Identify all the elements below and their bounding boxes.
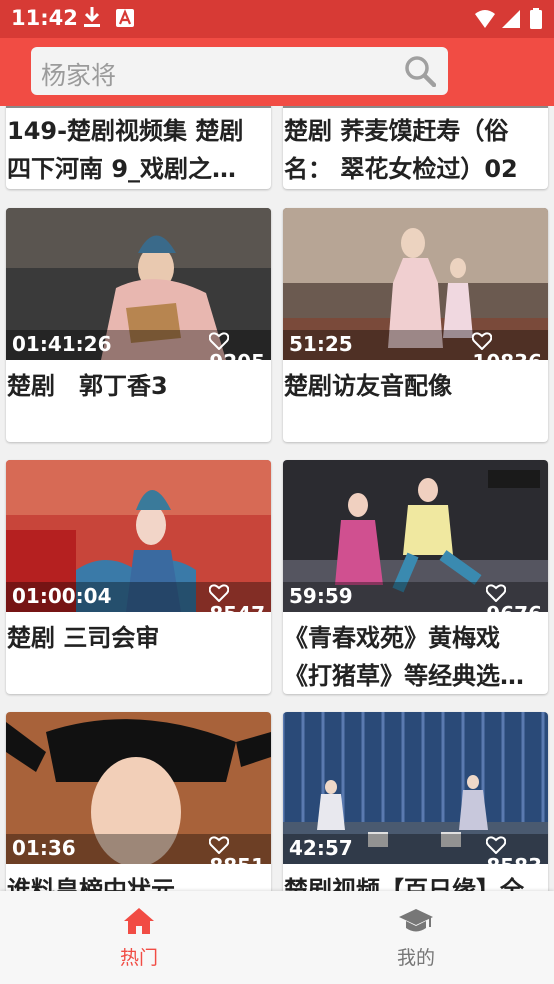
video-like-count: 8851 (209, 854, 265, 864)
nav-tab-mine[interactable]: 我的 (346, 907, 486, 970)
video-likes: 9205 (209, 332, 265, 360)
video-like-count: 9205 (209, 350, 265, 360)
heart-icon (486, 584, 507, 602)
video-duration: 59:59 (289, 584, 353, 608)
video-card[interactable]: 59:59 9676 《青春戏苑》黄梅戏 《打猪草》等经典选… (283, 460, 548, 694)
search-input[interactable]: 杨家将 (41, 56, 116, 92)
video-duration: 01:41:26 (12, 332, 112, 356)
home-icon (124, 908, 154, 934)
video-card[interactable]: 楚剧 荞麦馍赶寿（俗 名： 翠花女检过）02 (283, 106, 548, 189)
video-title-line1: 楚剧 郭丁香3 (7, 372, 168, 400)
video-title-line1: 《青春戏苑》黄梅戏 (284, 624, 500, 652)
video-likes: 9676 (486, 584, 542, 612)
video-thumbnail: 01:00:04 8547 (6, 460, 271, 612)
status-time: 11:42 (11, 6, 78, 30)
video-likes: 8851 (209, 836, 265, 864)
heart-icon (209, 332, 230, 350)
video-title-line1: 149-楚剧视频集 楚剧 (7, 117, 244, 145)
video-card[interactable]: 01:41:26 9205 楚剧 郭丁香3 (6, 208, 271, 442)
video-duration: 51:25 (289, 332, 353, 356)
graduation-cap-icon (399, 909, 433, 932)
video-title-line2: 《打猪草》等经典选… (284, 662, 524, 690)
video-card[interactable]: 01:36 8851 谁料皇榜中状元 (6, 712, 271, 891)
video-like-count: 8547 (209, 602, 265, 612)
video-title-line2: 四下河南 9_戏剧之… (7, 155, 237, 183)
video-info-overlay: 01:41:26 9205 (6, 330, 271, 360)
status-bar: 11:42 (0, 0, 554, 38)
video-card[interactable]: 42:57 8583 楚剧视频【百日缘】全 (283, 712, 548, 891)
video-title-line1: 谁料皇榜中状元 (7, 876, 175, 891)
video-info-overlay: 42:57 8583 (283, 834, 548, 864)
top-app-bar: 杨家将 (0, 38, 554, 106)
heart-icon (209, 584, 230, 602)
nav-tab-hot[interactable]: 热门 (69, 907, 209, 970)
search-icon[interactable] (404, 55, 437, 91)
video-thumbnail: 59:59 9676 (283, 460, 548, 612)
signal-icon (502, 10, 520, 28)
heart-icon (486, 836, 507, 854)
status-right-icons (474, 8, 544, 34)
video-card[interactable]: 149-楚剧视频集 楚剧 四下河南 9_戏剧之… (6, 106, 271, 189)
download-icon (83, 6, 101, 32)
video-likes: 10836 (472, 332, 542, 360)
bottom-navigation: 热门 我的 (0, 891, 554, 984)
video-title-line1: 楚剧 荞麦馍赶寿（俗 (284, 117, 509, 145)
video-title-line1: 楚剧 三司会审 (7, 624, 160, 652)
video-title-line2: 名： 翠花女检过）02 (284, 155, 518, 183)
video-thumbnail: 01:41:26 9205 (6, 208, 271, 360)
video-feed[interactable]: 149-楚剧视频集 楚剧 四下河南 9_戏剧之… 楚剧 荞麦馍赶寿（俗 名： 翠… (0, 106, 554, 891)
video-like-count: 9676 (486, 602, 542, 612)
video-info-overlay: 01:36 8851 (6, 834, 271, 864)
video-title-line1: 楚剧访友音配像 (284, 372, 452, 400)
video-duration: 01:36 (12, 836, 76, 860)
video-duration: 42:57 (289, 836, 353, 860)
video-thumbnail: 42:57 8583 (283, 712, 548, 864)
heart-icon (472, 332, 493, 350)
app-a-icon (116, 9, 134, 31)
video-like-count: 8583 (486, 854, 542, 864)
video-duration: 01:00:04 (12, 584, 112, 608)
video-thumbnail: 51:25 10836 (283, 208, 548, 360)
video-like-count: 10836 (472, 350, 542, 360)
video-info-overlay: 01:00:04 8547 (6, 582, 271, 612)
video-likes: 8583 (486, 836, 542, 864)
video-thumbnail: 01:36 8851 (6, 712, 271, 864)
heart-icon (209, 836, 230, 854)
video-likes: 8547 (209, 584, 265, 612)
wifi-icon (475, 10, 495, 28)
video-title-line1: 楚剧视频【百日缘】全 (284, 876, 524, 891)
search-box[interactable]: 杨家将 (31, 47, 448, 95)
video-info-overlay: 51:25 10836 (283, 330, 548, 360)
video-thumbnail (283, 106, 548, 108)
video-card[interactable]: 01:00:04 8547 楚剧 三司会审 (6, 460, 271, 694)
nav-tab-label: 热门 (119, 947, 158, 969)
battery-icon (530, 10, 542, 29)
video-thumbnail (6, 106, 271, 108)
video-info-overlay: 59:59 9676 (283, 582, 548, 612)
video-card[interactable]: 51:25 10836 楚剧访友音配像 (283, 208, 548, 442)
nav-tab-label: 我的 (396, 947, 435, 969)
